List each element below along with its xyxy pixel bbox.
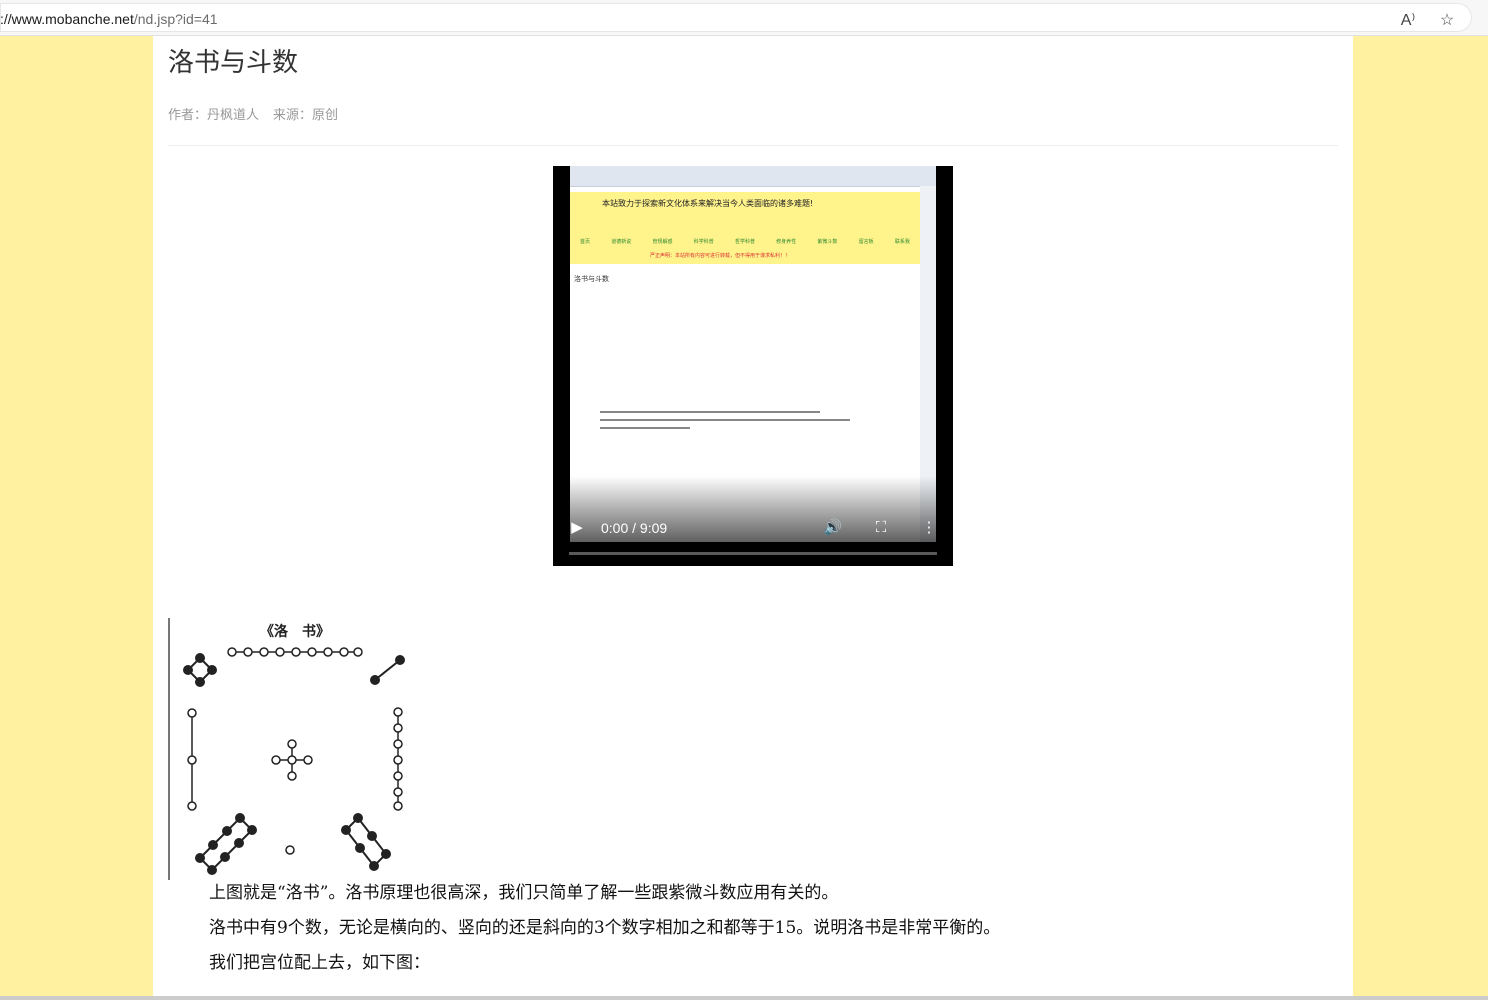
video-frame-text-line (600, 411, 820, 413)
video-frame-banner: 本站致力于探索新文化体系来解决当今人类面临的诸多难题! 首页 道德新说 管规解惑… (570, 192, 920, 264)
vf-nav-item: 哲学科普 (734, 239, 755, 245)
url-host: ://www.mobanche.net (0, 11, 134, 27)
video-frame-text-line (600, 419, 850, 421)
video-frame-text-line (600, 427, 690, 429)
article-body: 上图就是“洛书”。洛书原理也很高深，我们只简单了解一些跟紫微斗数应用有关的。 洛… (209, 876, 1000, 981)
seven-chain (393, 707, 403, 811)
video-frame-page-title: 洛书与斗数 (574, 276, 609, 283)
page-title: 洛书与斗数 (168, 48, 299, 78)
one-dot (285, 845, 295, 855)
article-meta: 作者：丹枫道人 来源：原创 (168, 104, 352, 123)
two-line (370, 655, 405, 685)
more-options-icon[interactable]: ⋮ (919, 518, 939, 538)
video-frame-nav: 首页 道德新说 管规解惑 科学科普 哲学科普 修身养性 紫微斗数 留言板 联系我 (580, 238, 910, 245)
vf-nav-item: 联系我 (894, 239, 910, 245)
video-time: 0:00 / 9:09 (601, 520, 668, 536)
divider (168, 145, 1338, 146)
horizontal-scrollbar[interactable] (0, 996, 1488, 1000)
play-icon[interactable]: ▶ (567, 518, 587, 538)
luoshu-svg: 《洛 书》 (183, 623, 405, 875)
volume-icon[interactable]: 🔊 (823, 518, 843, 538)
url-text[interactable]: ://www.mobanche.net/nd.jsp?id=41 (0, 11, 218, 27)
browser-toolbar: ://www.mobanche.net/nd.jsp?id=41 A⁾ ☆ (0, 0, 1488, 36)
six-ladder (341, 813, 391, 871)
video-frame-warning: 严正声明：本站所有内容可进行转载，但不得用于谋求私利！！ (650, 253, 791, 259)
luoshu-caption: 《洛 书》 (260, 623, 330, 640)
vf-nav-item: 留言板 (858, 239, 874, 245)
video-frame-browser-bar (570, 166, 936, 187)
vf-nav-item: 首页 (580, 239, 591, 245)
eight-ladder (195, 813, 257, 875)
vf-nav-item: 科学科普 (693, 239, 714, 245)
video-player[interactable]: 本站致力于探索新文化体系来解决当今人类面临的诸多难题! 首页 道德新说 管规解惑… (553, 166, 953, 566)
luoshu-diagram: 《洛 书》 (168, 618, 415, 880)
video-frame-banner-text: 本站致力于探索新文化体系来解决当今人类面临的诸多难题! (602, 199, 814, 208)
vf-nav-item: 管规解惑 (652, 239, 673, 245)
vf-nav-item: 紫微斗数 (817, 239, 838, 245)
article-paragraph: 上图就是“洛书”。洛书原理也很高深，我们只简单了解一些跟紫微斗数应用有关的。 (209, 883, 839, 903)
video-progress-bar[interactable] (569, 552, 937, 555)
article-paragraph: 洛书中有9个数，无论是横向的、竖向的还是斜向的3个数字相加之和都等于15。说明洛… (209, 918, 1001, 938)
star-icon[interactable]: ☆ (1437, 11, 1457, 31)
address-bar[interactable]: ://www.mobanche.net/nd.jsp?id=41 A⁾ ☆ (0, 3, 1472, 32)
fullscreen-icon[interactable]: ⛶ (871, 518, 891, 538)
three-chain (187, 708, 197, 811)
source-label: 来源：原创 (273, 108, 339, 123)
author-label: 作者：丹枫道人 (168, 108, 260, 123)
article-paragraph: 我们把宫位配上去，如下图： (209, 953, 430, 973)
video-controls: ▶ 0:00 / 9:09 🔊 ⛶ ⋮ (553, 476, 953, 566)
vf-nav-item: 道德新说 (611, 239, 632, 245)
vf-nav-item: 修身养性 (776, 239, 797, 245)
five-cross (271, 739, 313, 781)
nine-chain (227, 647, 363, 657)
url-path: /nd.jsp?id=41 (133, 11, 218, 27)
four-diamond (183, 653, 217, 687)
read-aloud-icon[interactable]: A⁾ (1398, 11, 1418, 31)
article-page: 洛书与斗数 作者：丹枫道人 来源：原创 本站致力于探索新文化体系来解决当今人类面临… (153, 36, 1353, 1000)
